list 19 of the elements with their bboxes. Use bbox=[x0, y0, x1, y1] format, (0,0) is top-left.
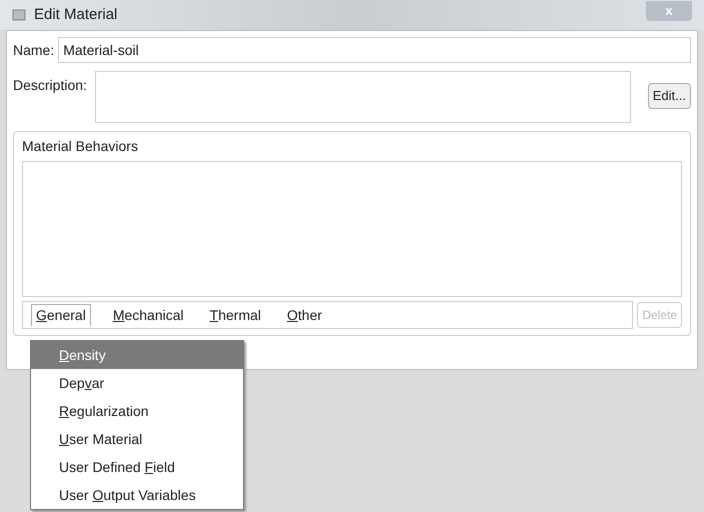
dropdown-item[interactable]: User Defined Field bbox=[31, 453, 243, 481]
dropdown-item[interactable]: User Output Variables bbox=[31, 481, 243, 509]
dropdown-item[interactable]: Density bbox=[31, 341, 243, 369]
window-icon bbox=[12, 9, 26, 21]
description-label: Description: bbox=[13, 76, 87, 95]
description-field[interactable] bbox=[94, 71, 631, 123]
name-field[interactable]: Material-soil bbox=[58, 37, 691, 63]
group-title: Material Behaviors bbox=[22, 137, 139, 156]
name-label: Name: bbox=[13, 40, 54, 60]
menu-item[interactable]: Mechanical bbox=[108, 304, 188, 326]
dropdown-item[interactable]: Depvar bbox=[31, 369, 243, 397]
edit-button[interactable]: Edit... bbox=[648, 83, 691, 109]
dropdown-item[interactable]: Regularization bbox=[31, 397, 243, 425]
behaviors-list[interactable] bbox=[22, 161, 682, 297]
menu-item[interactable]: Other bbox=[283, 304, 326, 326]
window-title: Edit Material bbox=[34, 4, 118, 25]
menu-item[interactable]: General bbox=[31, 304, 91, 326]
dropdown-item[interactable]: User Material bbox=[31, 425, 243, 453]
menu-item[interactable]: Thermal bbox=[206, 304, 265, 326]
